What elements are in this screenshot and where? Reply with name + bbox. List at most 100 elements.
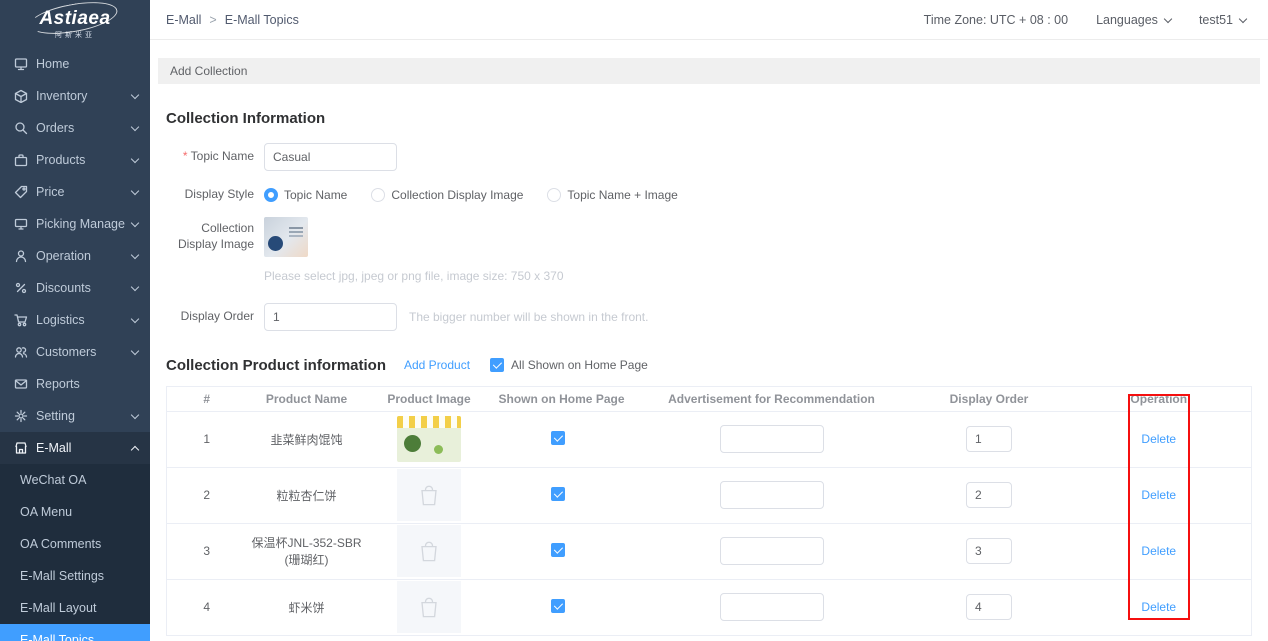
- search-icon: [14, 121, 28, 135]
- sidebar-item-emall[interactable]: E-Mall: [0, 432, 150, 464]
- col-shown-home: Shown on Home Page: [492, 386, 632, 411]
- product-image-placeholder: [397, 469, 461, 521]
- sidebar-item-customers[interactable]: Customers: [0, 336, 150, 368]
- shown-checkbox[interactable]: [551, 599, 565, 613]
- advertisement-input[interactable]: [720, 425, 824, 453]
- brand-name: Astiaea: [33, 8, 116, 30]
- all-shown-checkbox-group[interactable]: All Shown on Home Page: [490, 358, 648, 372]
- shown-checkbox[interactable]: [551, 487, 565, 501]
- radio-label: Topic Name + Image: [567, 188, 677, 202]
- sidebar-item-discounts[interactable]: Discounts: [0, 272, 150, 304]
- store-icon: [14, 441, 28, 455]
- radio-unselected-icon: [547, 188, 561, 202]
- all-shown-label: All Shown on Home Page: [511, 358, 648, 372]
- product-name: 虾米饼: [247, 579, 367, 635]
- display-order-hint: The bigger number will be shown in the f…: [409, 310, 648, 324]
- sidebar-item-label: Operation: [36, 249, 132, 263]
- add-product-link[interactable]: Add Product: [404, 358, 470, 372]
- row-order-input[interactable]: [966, 594, 1012, 620]
- image-hint: Please select jpg, jpeg or png file, ima…: [264, 269, 1252, 283]
- chevron-down-icon: [131, 122, 139, 130]
- delete-link[interactable]: Delete: [1141, 544, 1176, 558]
- delete-link[interactable]: Delete: [1141, 488, 1176, 502]
- shown-checkbox[interactable]: [551, 431, 565, 445]
- sidebar-item-emall-settings[interactable]: E-Mall Settings: [0, 560, 150, 592]
- display-order-input[interactable]: [264, 303, 397, 331]
- sidebar-item-inventory[interactable]: Inventory: [0, 80, 150, 112]
- sidebar-item-orders[interactable]: Orders: [0, 112, 150, 144]
- shown-checkbox[interactable]: [551, 543, 565, 557]
- row-order-input[interactable]: [966, 426, 1012, 452]
- breadcrumb-separator: >: [209, 13, 216, 27]
- sidebar-item-label: OA Menu: [20, 505, 138, 519]
- radio-collection-display-image[interactable]: Collection Display Image: [371, 188, 523, 202]
- topbar: E-Mall > E-Mall Topics Time Zone: UTC + …: [150, 0, 1268, 40]
- collection-display-image[interactable]: [264, 217, 308, 257]
- shopping-bag-icon: [415, 537, 443, 565]
- chevron-down-icon: [131, 250, 139, 258]
- sidebar-item-home[interactable]: Home: [0, 48, 150, 80]
- sidebar-item-oa-menu[interactable]: OA Menu: [0, 496, 150, 528]
- tag-icon: [14, 185, 28, 199]
- sidebar-item-wechat-oa[interactable]: WeChat OA: [0, 464, 150, 496]
- col-advertisement: Advertisement for Recommendation: [632, 386, 912, 411]
- col-display-order: Display Order: [912, 386, 1067, 411]
- toolbar-add-collection[interactable]: Add Collection: [158, 58, 1260, 84]
- row-index: 4: [167, 579, 247, 635]
- sidebar-item-label: Home: [36, 57, 138, 71]
- sidebar-item-oa-comments[interactable]: OA Comments: [0, 528, 150, 560]
- product-image: [397, 416, 461, 462]
- languages-dropdown[interactable]: Languages: [1096, 13, 1171, 27]
- advertisement-input[interactable]: [720, 537, 824, 565]
- topic-name-row: Topic Name: [166, 143, 1252, 171]
- mail-icon: [14, 377, 28, 391]
- sidebar-item-label: Customers: [36, 345, 132, 359]
- box-icon: [14, 89, 28, 103]
- display-order-label: Display Order: [166, 309, 254, 325]
- brand-logo[interactable]: Astiaea 阿斯米亚: [0, 0, 150, 48]
- col-product-image: Product Image: [367, 386, 492, 411]
- timezone-label: Time Zone: UTC + 08 : 00: [924, 13, 1068, 27]
- sidebar-item-logistics[interactable]: Logistics: [0, 304, 150, 336]
- advertisement-input[interactable]: [720, 593, 824, 621]
- sidebar-item-label: Picking Manage: [36, 217, 132, 231]
- sidebar-item-label: Discounts: [36, 281, 132, 295]
- sidebar-item-emall-topics[interactable]: E-Mall Topics: [0, 624, 150, 641]
- sidebar-item-label: OA Comments: [20, 537, 138, 551]
- sidebar-item-operation[interactable]: Operation: [0, 240, 150, 272]
- chevron-up-icon: [131, 445, 139, 453]
- advertisement-input[interactable]: [720, 481, 824, 509]
- toolbar-title: Add Collection: [170, 64, 247, 78]
- chevron-down-icon: [131, 410, 139, 418]
- section-product-information: Collection Product information: [166, 357, 386, 374]
- table-row: 1 韭菜鲜肉馄饨 Delete: [167, 411, 1252, 467]
- sidebar-item-label: Price: [36, 185, 132, 199]
- topbar-right: Time Zone: UTC + 08 : 00 Languages test5…: [924, 13, 1246, 27]
- radio-topic-name[interactable]: Topic Name: [264, 188, 347, 202]
- emall-submenu: WeChat OA OA Menu OA Comments E-Mall Set…: [0, 464, 150, 641]
- home-icon: [14, 57, 28, 71]
- topic-name-input[interactable]: [264, 143, 397, 171]
- breadcrumb-emall[interactable]: E-Mall: [166, 13, 201, 27]
- delete-link[interactable]: Delete: [1141, 432, 1176, 446]
- radio-topic-name-image[interactable]: Topic Name + Image: [547, 188, 677, 202]
- sidebar-item-label: E-Mall Topics: [20, 633, 138, 641]
- chevron-down-icon: [131, 186, 139, 194]
- display-style-label: Display Style: [166, 187, 254, 203]
- table-row: 2 粒粒杏仁饼 Delete: [167, 467, 1252, 523]
- row-order-input[interactable]: [966, 538, 1012, 564]
- sidebar-item-picking-manage[interactable]: Picking Manage: [0, 208, 150, 240]
- radio-unselected-icon: [371, 188, 385, 202]
- checkbox-checked-icon[interactable]: [490, 358, 504, 372]
- sidebar-item-products[interactable]: Products: [0, 144, 150, 176]
- sidebar-item-emall-layout[interactable]: E-Mall Layout: [0, 592, 150, 624]
- user-icon: [14, 249, 28, 263]
- delete-link[interactable]: Delete: [1141, 600, 1176, 614]
- sidebar-item-price[interactable]: Price: [0, 176, 150, 208]
- sidebar-item-label: Setting: [36, 409, 132, 423]
- user-dropdown[interactable]: test51: [1199, 13, 1246, 27]
- sidebar-item-reports[interactable]: Reports: [0, 368, 150, 400]
- sidebar-item-setting[interactable]: Setting: [0, 400, 150, 432]
- percent-icon: [14, 281, 28, 295]
- row-order-input[interactable]: [966, 482, 1012, 508]
